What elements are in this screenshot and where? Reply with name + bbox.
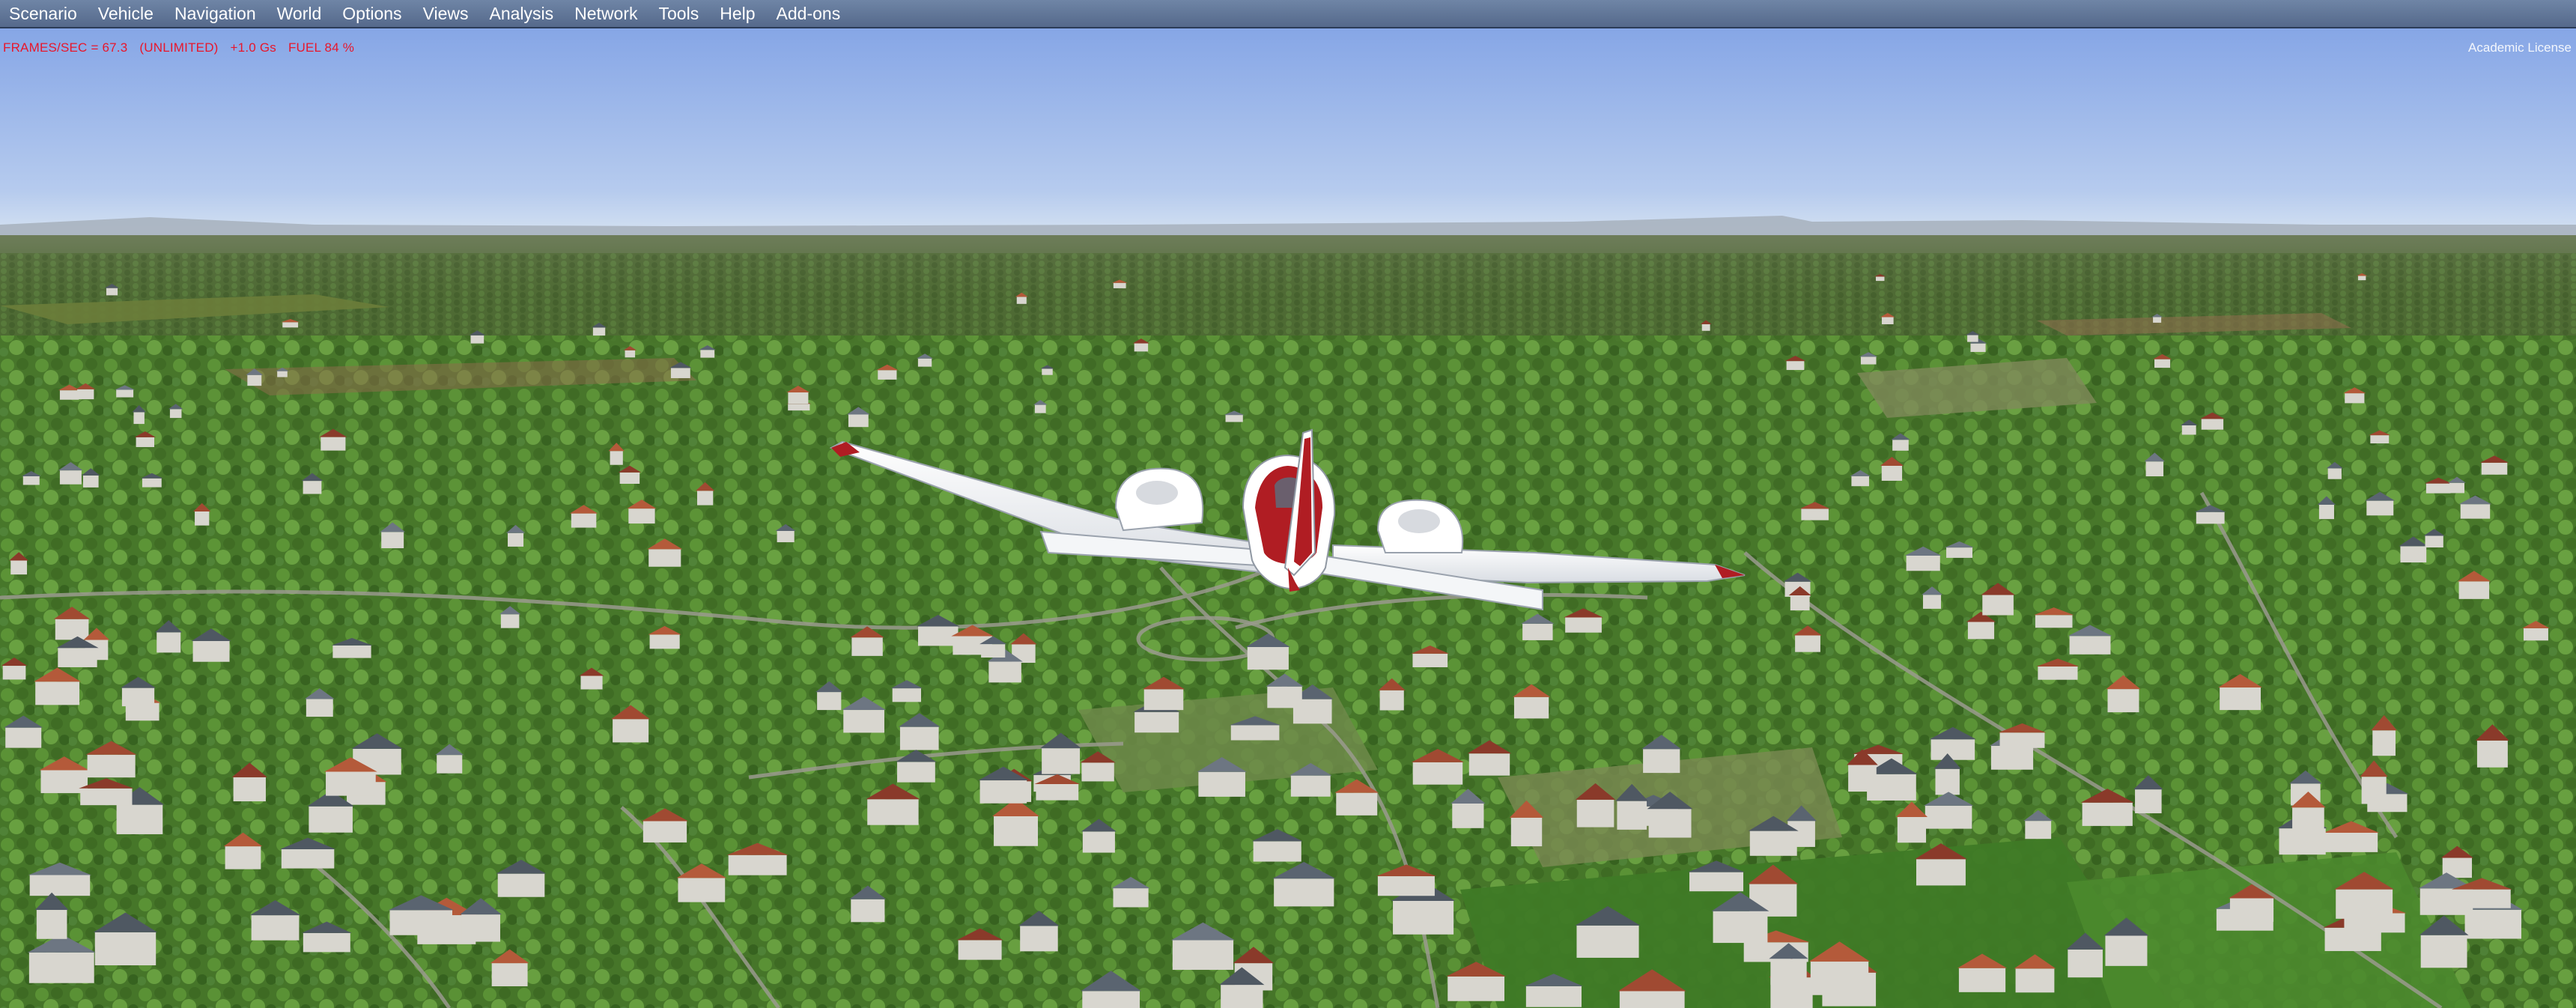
hud-frame-rate: FRAMES/SEC = 67.3 xyxy=(3,40,128,55)
menu-tools[interactable]: Tools xyxy=(648,0,710,28)
menu-world[interactable]: World xyxy=(267,0,332,28)
hud-frame-mode: (UNLIMITED) xyxy=(139,40,219,55)
menu-bar: Scenario Vehicle Navigation World Options Vie… xyxy=(0,0,2576,28)
hud-fuel: FUEL 84 % xyxy=(288,40,355,55)
menu-vehicle[interactable]: Vehicle xyxy=(88,0,164,28)
menu-navigation[interactable]: Navigation xyxy=(164,0,267,28)
menu-scenario[interactable]: Scenario xyxy=(0,0,88,28)
simulator-viewport[interactable] xyxy=(0,28,2576,1008)
menu-addons[interactable]: Add-ons xyxy=(766,0,851,28)
hud-g-force: +1.0 Gs xyxy=(230,40,276,55)
menu-views[interactable]: Views xyxy=(413,0,479,28)
license-label: Academic License xyxy=(2468,40,2572,55)
menu-network[interactable]: Network xyxy=(564,0,648,28)
menu-options[interactable]: Options xyxy=(332,0,412,28)
menu-help[interactable]: Help xyxy=(709,0,765,28)
menu-analysis[interactable]: Analysis xyxy=(479,0,565,28)
scene-graphic xyxy=(0,28,2576,1008)
hud-readout: FRAMES/SEC = 67.3 (UNLIMITED) +1.0 Gs FUEL … xyxy=(3,40,366,55)
